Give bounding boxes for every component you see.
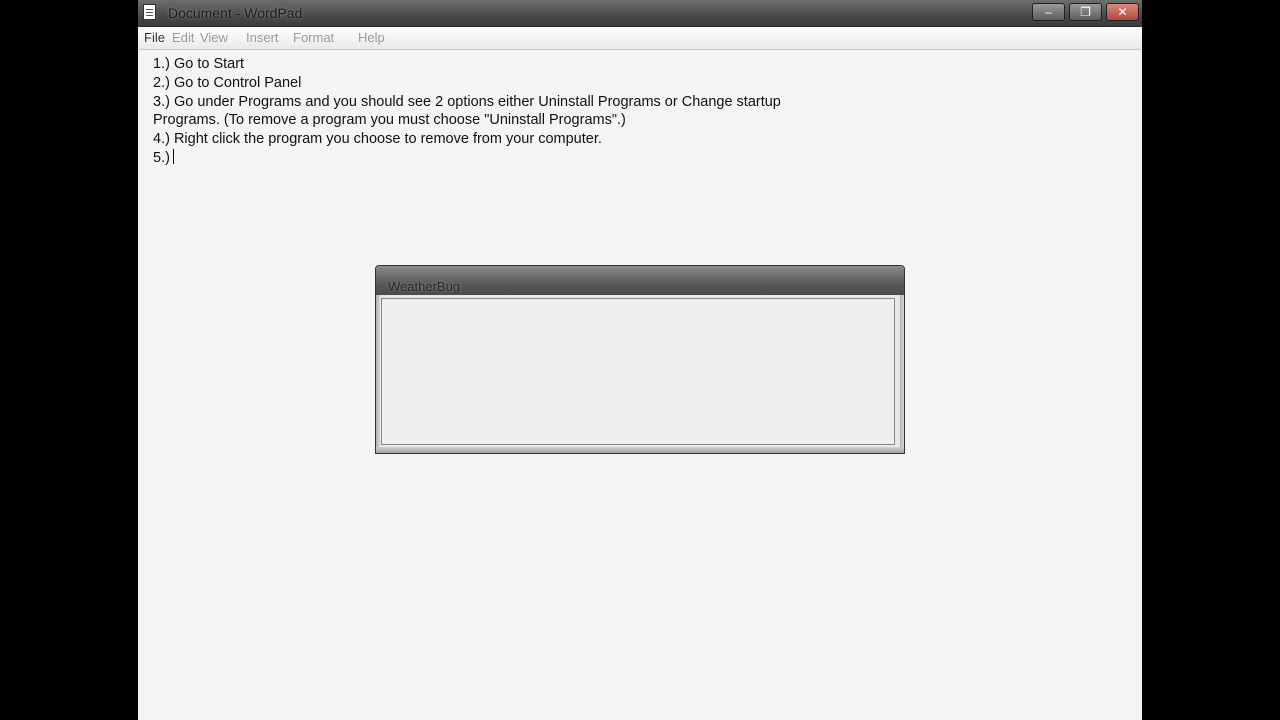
document-text[interactable]: 1.) Go to Start 2.) Go to Control Panel … [153,55,873,168]
wordpad-window: Document - WordPad – ❐ ✕ File Edit View … [138,0,1142,720]
menu-help[interactable]: Help [358,30,385,45]
dialog-frame-right [900,295,904,453]
close-button[interactable]: ✕ [1106,3,1139,21]
window-title: Document - WordPad [168,5,303,21]
maximize-button[interactable]: ❐ [1069,3,1102,21]
weatherbug-dialog: WeatherBug [375,265,905,454]
dialog-frame-left [376,295,380,453]
minimize-icon: – [1045,5,1052,19]
doc-line-current: 5.) [153,148,873,168]
menu-bar: File Edit View Insert Format Help [138,27,1142,50]
doc-line-text: 5.) [153,149,170,166]
minimize-button[interactable]: – [1032,3,1065,21]
restore-icon: ❐ [1080,5,1091,19]
doc-line: 1.) Go to Start [153,56,245,72]
wordpad-document-icon[interactable] [143,4,156,20]
menu-insert[interactable]: Insert [246,30,279,45]
menu-edit[interactable]: Edit [172,30,194,45]
doc-line: 3.) Go under Programs and you should see… [153,93,781,110]
dialog-frame-bottom [376,447,904,453]
document-editor[interactable]: 1.) Go to Start 2.) Go to Control Panel … [138,50,1142,720]
doc-line: 4.) Right click the program you choose t… [153,131,602,148]
doc-line: 2.) Go to Control Panel [153,74,302,91]
close-icon: ✕ [1117,5,1128,19]
menu-view[interactable]: View [200,30,228,45]
doc-line: Programs. (To remove a program you must … [153,112,626,129]
dialog-title: WeatherBug [388,279,461,294]
text-caret [172,148,174,164]
menu-format[interactable]: Format [293,30,334,45]
title-bar[interactable]: Document - WordPad – ❐ ✕ [138,0,1142,27]
menu-file[interactable]: File [144,30,165,45]
dialog-content [381,298,895,445]
dialog-title-bar[interactable]: WeatherBug [376,266,904,295]
